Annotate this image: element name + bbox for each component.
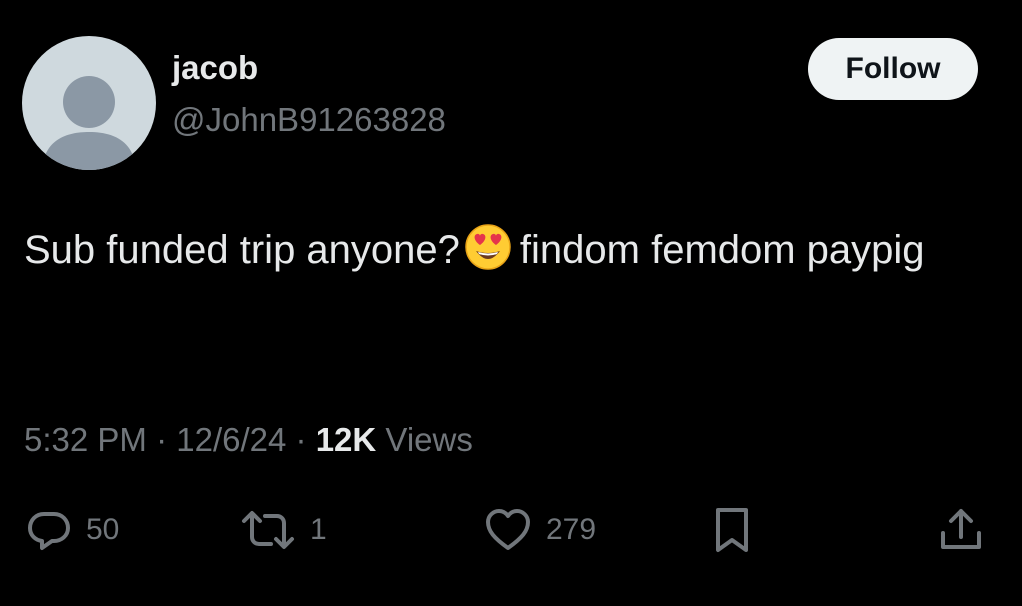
share-icon — [941, 509, 981, 549]
repost-button[interactable]: 1 — [240, 502, 327, 558]
meta-separator: · — [156, 421, 168, 458]
views-label: Views — [385, 421, 473, 458]
tweet-text: Sub funded trip anyone? findom femdom pa… — [24, 222, 984, 286]
user-handle[interactable]: @JohnB91263828 — [172, 100, 446, 140]
bookmark-button[interactable] — [710, 502, 754, 558]
tweet-date[interactable]: 12/6/24 — [176, 421, 286, 458]
tweet-time[interactable]: 5:32 PM — [24, 421, 147, 458]
reply-button[interactable]: 50 — [26, 502, 119, 558]
reply-count: 50 — [86, 513, 120, 546]
default-profile-icon — [42, 76, 136, 170]
display-name[interactable]: jacob — [172, 48, 258, 88]
heart-icon — [486, 509, 530, 550]
repost-icon — [242, 511, 294, 549]
like-count: 279 — [546, 513, 597, 546]
avatar[interactable] — [22, 36, 156, 170]
tweet-meta: 5:32 PM · 12/6/24 · 12K Views — [24, 418, 473, 462]
heart-eyes-emoji-icon — [464, 223, 512, 286]
repost-count: 1 — [310, 513, 327, 546]
share-button[interactable] — [938, 502, 984, 558]
meta-separator: · — [295, 421, 307, 458]
reply-icon — [28, 512, 70, 550]
views-count: 12K — [315, 421, 377, 458]
follow-button[interactable]: Follow — [808, 38, 978, 100]
bookmark-icon — [716, 508, 748, 552]
tweet-text-part-1: Sub funded trip anyone? — [24, 228, 460, 272]
tweet-text-part-2: findom femdom paypig — [519, 228, 925, 272]
like-button[interactable]: 279 — [484, 502, 596, 558]
